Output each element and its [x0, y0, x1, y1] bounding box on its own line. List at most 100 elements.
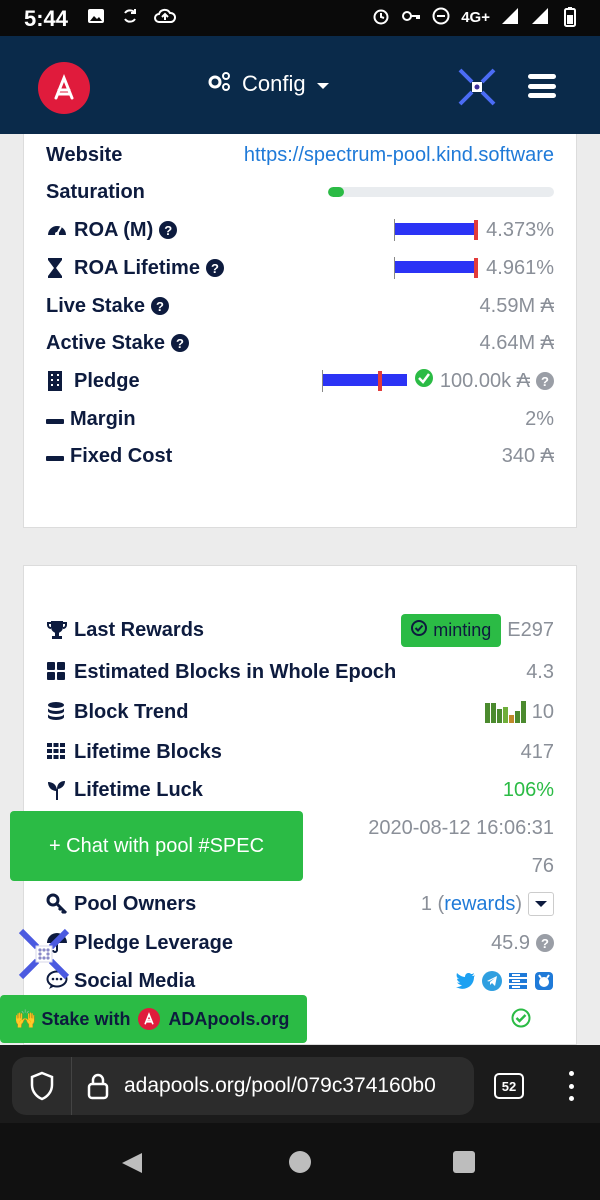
cardano-logo[interactable]	[38, 62, 90, 114]
saturation-fill	[328, 187, 344, 197]
pool-owners-close: )	[515, 892, 522, 915]
lifetime-luck-value: 106%	[502, 778, 554, 801]
minus-icon	[46, 445, 64, 468]
pledge-fill	[322, 374, 407, 386]
address-bar[interactable]: adapools.org/pool/079c374160b0	[12, 1057, 474, 1115]
fixed-cost-row: Fixed Cost 340 ₳	[46, 441, 554, 471]
question-circle-icon[interactable]: ?	[205, 259, 224, 277]
battery-icon	[560, 7, 580, 27]
roa-lifetime-row: ROA Lifetime ? 4.961%	[46, 253, 554, 283]
trend-bar	[508, 715, 514, 723]
lifetime-luck-row: Lifetime Luck 106%	[46, 775, 554, 805]
trend-bar	[502, 707, 508, 723]
live-stake-value: 4.59M ₳	[479, 294, 554, 317]
roa-m-value: 4.373%	[486, 218, 554, 241]
trend-bar	[484, 703, 490, 723]
estimated-blocks-row: Estimated Blocks in Whole Epoch 4.3	[46, 657, 554, 687]
pool-owners-rewards-link[interactable]: rewards	[444, 893, 515, 916]
trophy-icon	[46, 619, 68, 641]
th-large-icon	[46, 661, 68, 683]
tachometer-icon	[46, 219, 68, 241]
list-icon[interactable]	[508, 971, 528, 991]
menu-line	[528, 74, 556, 79]
github-icon[interactable]	[534, 971, 554, 991]
website-label: Website	[46, 143, 123, 166]
menu-button[interactable]	[528, 74, 556, 98]
active-stake-label-group: Active Stake ?	[46, 332, 189, 355]
question-circle-icon[interactable]: ?	[536, 372, 554, 390]
lifetime-blocks-label-group: Lifetime Blocks	[46, 741, 222, 764]
last-rewards-epoch: E297	[507, 618, 554, 641]
url-text[interactable]: adapools.org/pool/079c374160b0	[124, 1074, 436, 1098]
building-icon	[46, 370, 68, 392]
roa-m-label-group: ROA (M) ?	[46, 218, 178, 242]
roa-m-fill	[395, 223, 478, 235]
pool-logo-floating-icon[interactable]	[18, 928, 70, 980]
registered-value: 2020-08-12 16:06:31	[368, 816, 554, 839]
website-link[interactable]: https://spectrum-pool.kind.software	[244, 144, 554, 167]
roa-m-label: ROA (M)	[74, 218, 154, 241]
config-dropdown[interactable]: Config	[206, 70, 330, 98]
recent-apps-icon[interactable]	[453, 1151, 475, 1173]
active-stake-value: 4.64M ₳	[479, 331, 554, 354]
cloud-upload-icon	[154, 7, 177, 27]
hidden-stat-value: 76	[531, 854, 554, 877]
stake-with-adapools-button[interactable]: 🙌 Stake with ADApools.org	[0, 995, 307, 1043]
question-circle-icon[interactable]: ?	[159, 221, 178, 239]
config-label: Config	[242, 71, 306, 96]
pool-owners-expand-button[interactable]	[528, 892, 554, 916]
shield-icon[interactable]	[12, 1057, 72, 1115]
pool-owners-value-group: 1 (rewards)	[421, 892, 554, 916]
last-rewards-value-group: minting E297	[401, 613, 554, 647]
roa-lifetime-fill	[395, 261, 478, 273]
social-media-links	[456, 971, 554, 991]
social-icons	[456, 971, 554, 991]
minting-label: minting	[433, 619, 492, 640]
browser-toolbar: adapools.org/pool/079c374160b0 52	[0, 1045, 600, 1123]
saturation-value	[328, 187, 554, 197]
app-header: Config	[0, 36, 600, 134]
pledge-leverage-value: 45.9	[491, 931, 530, 954]
question-circle-icon[interactable]: ?	[170, 334, 189, 352]
menu-line	[528, 93, 556, 98]
back-icon[interactable]	[120, 1151, 144, 1180]
pledge-leverage-label-group: Pledge Leverage	[46, 932, 233, 955]
lifetime-blocks-label: Lifetime Blocks	[74, 740, 222, 763]
question-circle-icon[interactable]: ?	[536, 934, 554, 952]
fixed-cost-value: 340 ₳	[501, 444, 554, 467]
pledge-label-group: Pledge	[46, 370, 140, 393]
minus-icon	[46, 408, 64, 431]
block-trend-sparkline	[484, 701, 526, 723]
pledge-bar	[321, 370, 408, 392]
lock-icon	[72, 1072, 124, 1100]
active-stake-row: Active Stake ? 4.64M ₳	[46, 328, 554, 358]
caret-down-icon	[535, 901, 547, 907]
pool-owners-row: Pool Owners 1 (rewards)	[46, 889, 554, 919]
chat-with-pool-button[interactable]: + Chat with pool #SPEC	[10, 811, 303, 881]
cardano-logo-icon	[138, 1008, 161, 1030]
block-trend-row: Block Trend 10	[46, 697, 554, 727]
live-stake-row: Live Stake ? 4.59M ₳	[46, 291, 554, 321]
signal-icon-2	[530, 7, 550, 27]
pool-logo-icon[interactable]	[458, 68, 496, 106]
pledge-value-group: 100.00k ₳ ?	[321, 368, 554, 394]
saturation-bar	[328, 187, 554, 197]
fixed-cost-label: Fixed Cost	[70, 444, 173, 467]
social-media-row: Social Media	[46, 966, 554, 996]
th-icon	[46, 741, 68, 763]
question-circle-icon[interactable]: ?	[150, 297, 169, 315]
twitter-icon[interactable]	[456, 971, 476, 991]
telegram-icon[interactable]	[482, 971, 502, 991]
pool-owners-text: 1 (rewards)	[421, 893, 522, 916]
lifetime-luck-label: Lifetime Luck	[74, 778, 203, 801]
database-icon	[46, 701, 68, 723]
roa-m-marker	[474, 220, 479, 240]
live-stake-label-group: Live Stake ?	[46, 295, 169, 318]
pledge-leverage-value-group: 45.9 ?	[491, 932, 554, 955]
menu-line	[528, 83, 556, 89]
home-icon[interactable]	[289, 1151, 311, 1173]
status-bar: 5:44 4G+	[0, 0, 600, 36]
tab-switcher-button[interactable]: 52	[494, 1073, 524, 1099]
browser-menu-button[interactable]	[566, 1071, 576, 1101]
trend-bar	[514, 711, 520, 723]
